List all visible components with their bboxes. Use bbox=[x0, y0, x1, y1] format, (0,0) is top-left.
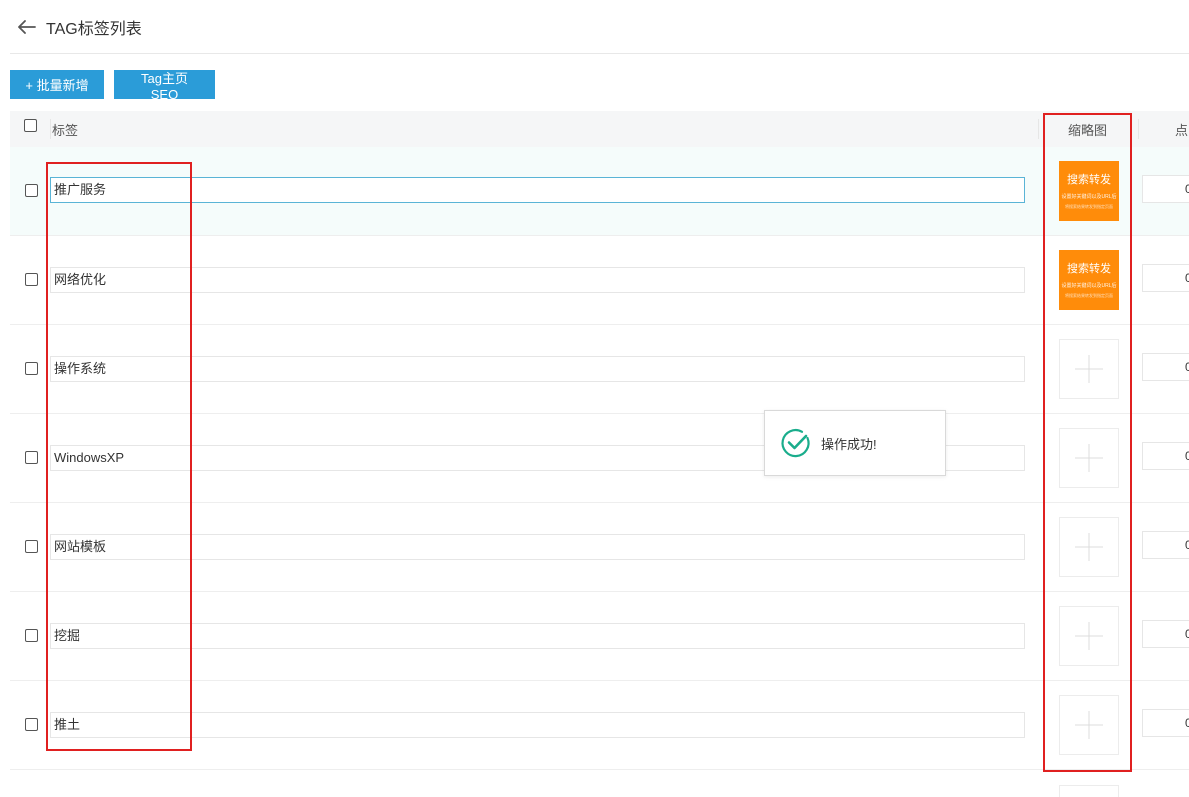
batch-add-button[interactable]: + 批量新增 bbox=[10, 70, 104, 99]
highlight-box-thumbnail-column bbox=[1043, 113, 1132, 772]
row-checkbox[interactable] bbox=[25, 184, 38, 197]
select-all-checkbox[interactable] bbox=[24, 119, 37, 132]
row-checkbox[interactable] bbox=[25, 273, 38, 286]
column-divider bbox=[50, 119, 51, 139]
column-divider bbox=[1138, 119, 1139, 139]
row-checkbox[interactable] bbox=[25, 718, 38, 731]
row-checkbox[interactable] bbox=[25, 629, 38, 642]
click-count-input[interactable]: 0 bbox=[1142, 620, 1189, 648]
column-header-tag: 标签 bbox=[52, 123, 79, 138]
page-header: TAG标签列表 bbox=[10, 0, 1189, 54]
click-count-input[interactable]: 0 bbox=[1142, 531, 1189, 559]
row-checkbox[interactable] bbox=[25, 451, 38, 464]
tag-name-input[interactable]: 推广服务 bbox=[50, 177, 1025, 203]
thumbnail-upload[interactable] bbox=[1059, 785, 1119, 797]
highlight-box-tag-column bbox=[46, 162, 192, 751]
tag-name-input[interactable]: 推土 bbox=[50, 712, 1025, 738]
back-arrow-icon[interactable] bbox=[16, 16, 38, 38]
page-title: TAG标签列表 bbox=[46, 20, 142, 38]
tag-name-input[interactable]: 网站模板 bbox=[50, 534, 1025, 560]
click-count-input[interactable]: 0 bbox=[1142, 353, 1189, 381]
column-header-clicks: 点 bbox=[1175, 123, 1189, 138]
click-count-input[interactable]: 0 bbox=[1142, 264, 1189, 292]
tag-name-input[interactable]: 网络优化 bbox=[50, 267, 1025, 293]
success-toast: 操作成功! bbox=[764, 410, 946, 476]
tag-name-input[interactable]: 操作系统 bbox=[50, 356, 1025, 382]
click-count-input[interactable]: 0 bbox=[1142, 175, 1189, 203]
tag-name-input[interactable]: 挖掘 bbox=[50, 623, 1025, 649]
row-checkbox[interactable] bbox=[25, 540, 38, 553]
click-count-input[interactable]: 0 bbox=[1142, 709, 1189, 737]
click-count-input[interactable]: 0 bbox=[1142, 442, 1189, 470]
toolbar: + 批量新增 Tag主页SEO bbox=[10, 70, 215, 102]
row-checkbox[interactable] bbox=[25, 362, 38, 375]
success-check-icon bbox=[781, 429, 810, 458]
table-header: 标签 缩略图 点 bbox=[10, 111, 1189, 147]
column-divider bbox=[1038, 119, 1039, 139]
tag-seo-button[interactable]: Tag主页SEO bbox=[114, 70, 215, 102]
toast-message: 操作成功! bbox=[821, 436, 877, 452]
